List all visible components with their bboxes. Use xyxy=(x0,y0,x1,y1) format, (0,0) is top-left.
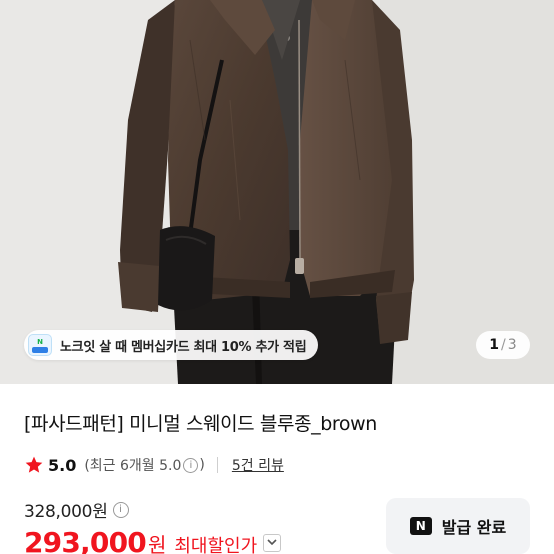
recent-rating-text: (최근 6개월 5.0 xyxy=(84,458,182,474)
discount-detail-toggle[interactable] xyxy=(263,533,282,552)
membership-card-icon: N xyxy=(28,334,52,356)
chevron-down-icon xyxy=(267,539,277,546)
n-pay-icon: N xyxy=(409,517,432,535)
sale-price: 293,000 xyxy=(24,526,147,554)
coupon-issued-button[interactable]: N 발급 완료 xyxy=(386,498,530,554)
max-discount-label: 최대할인가 xyxy=(174,536,258,554)
product-photo xyxy=(0,0,554,384)
review-count-link[interactable]: 5건 리뷰 xyxy=(232,455,284,475)
image-pager: 1 / 3 xyxy=(476,331,530,359)
info-icon[interactable]: i xyxy=(183,457,199,473)
rating-score: 5.0 xyxy=(48,455,77,475)
membership-card-icon-bar xyxy=(32,346,48,353)
membership-card-icon-text: N xyxy=(37,337,43,346)
sale-price-row: 293,000 원 최대할인가 xyxy=(24,526,282,554)
star-icon xyxy=(25,456,43,473)
pager-total: 3 xyxy=(507,337,517,353)
divider xyxy=(216,457,218,473)
pager-separator: / xyxy=(501,337,506,353)
coupon-button-label: 발급 완료 xyxy=(441,518,507,537)
membership-promo-banner[interactable]: N 노크잇 살 때 멤버십카드 최대 10% 추가 적립 xyxy=(24,330,319,360)
pager-current: 1 xyxy=(489,337,500,353)
recent-rating-close: ) xyxy=(199,457,205,473)
original-price: 328,000원 xyxy=(24,502,108,522)
n-pay-icon-text: N xyxy=(415,519,426,533)
product-image-carousel[interactable]: N 노크잇 살 때 멤버십카드 최대 10% 추가 적립 1 / 3 xyxy=(0,0,554,384)
recent-rating: (최근 6개월 5.0 i ) xyxy=(84,455,205,475)
original-price-row: 328,000원 i xyxy=(24,497,129,522)
promo-text: 노크잇 살 때 멤버십카드 최대 10% 추가 적립 xyxy=(60,339,307,355)
product-title: [파사드패턴] 미니멀 스웨이드 블루종_brown xyxy=(24,413,377,435)
sale-price-unit: 원 xyxy=(147,533,167,554)
price-info-icon[interactable]: i xyxy=(112,501,129,518)
rating-row: 5.0 (최근 6개월 5.0 i ) 5건 리뷰 xyxy=(24,453,284,477)
